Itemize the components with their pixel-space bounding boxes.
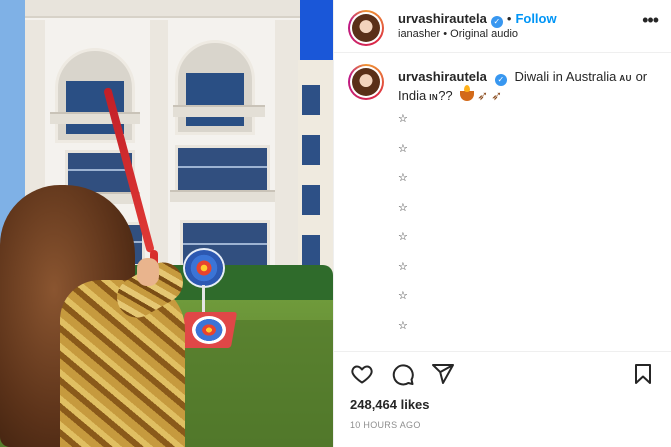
star-line: ☆ — [398, 231, 408, 243]
side-building — [298, 60, 333, 290]
likes-count[interactable]: 248,464 likes — [350, 397, 430, 412]
audio-link[interactable]: ianasher • Original audio — [398, 28, 518, 40]
flag-au: AU — [619, 74, 632, 83]
caption-username-link[interactable]: urvashirautela — [398, 69, 487, 84]
archery-target — [183, 248, 225, 288]
heart-icon[interactable] — [350, 362, 374, 386]
bow-arrow-icon: ➶ — [477, 88, 489, 103]
caption-text-part3: ?? — [438, 88, 453, 103]
star-line: ☆ — [398, 201, 408, 214]
verified-badge-icon: ✓ — [494, 74, 507, 86]
post-header: urvashirautela ✓ • Follow ianasher • Origin… — [334, 0, 671, 53]
verified-badge-icon: ✓ — [490, 16, 503, 28]
caption-text: urvashirautela ✓ Diwali in Australia AU or… — [398, 68, 653, 106]
star-line: ☆ — [398, 172, 408, 184]
share-icon[interactable] — [431, 362, 455, 386]
post-actions: 248,464 likes 10 HOURS AGO — [334, 351, 671, 447]
star-line: ☆ — [398, 290, 408, 302]
archery-target-ground — [192, 316, 226, 344]
post-caption: urvashirautela ✓ Diwali in Australia AU or… — [334, 54, 671, 350]
star-line: ☆ — [398, 113, 408, 125]
star-line: ☆ — [398, 142, 408, 155]
star-line: ☆ — [398, 260, 408, 273]
caption-avatar[interactable] — [348, 64, 384, 100]
bow-arrow-icon: ➶ — [491, 88, 503, 103]
post-side-panel: urvashirautela ✓ • Follow ianasher • Origin… — [333, 0, 671, 447]
caption-text-part1: Diwali in Australia — [514, 69, 617, 84]
username-link[interactable]: urvashirautela — [398, 11, 487, 26]
diya-icon — [460, 85, 475, 101]
avatar[interactable] — [348, 10, 384, 46]
separator-dot: • — [506, 11, 512, 26]
follow-button[interactable]: Follow — [515, 11, 556, 26]
instagram-post-view: urvashirautela ✓ • Follow ianasher • Origin… — [0, 0, 671, 447]
caption-star-lines: ☆ ☆ ☆ ☆ ☆ ☆ ☆ ☆ — [398, 112, 408, 348]
bookmark-icon[interactable] — [631, 362, 655, 386]
comment-icon[interactable] — [391, 362, 415, 386]
post-video[interactable] — [0, 0, 333, 447]
star-line: ☆ — [398, 319, 408, 332]
more-options-icon[interactable]: ••• — [642, 11, 659, 29]
flag-in: IN — [429, 93, 439, 102]
post-timestamp[interactable]: 10 HOURS AGO — [350, 420, 421, 430]
